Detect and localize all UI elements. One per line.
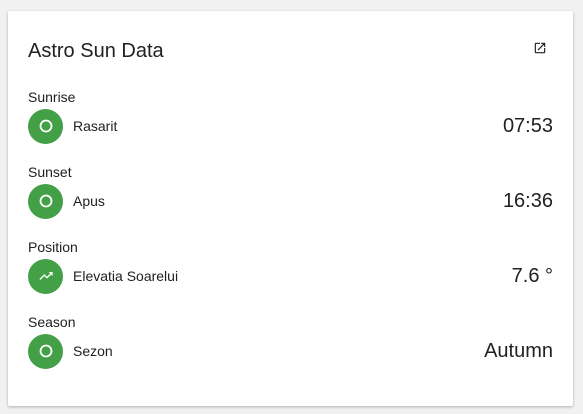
section-label-sunrise: Sunrise — [28, 89, 76, 105]
open-in-new-icon[interactable] — [533, 41, 549, 57]
entity-row-season[interactable]: Sezon Autumn — [28, 332, 553, 370]
section-sunrise: Sunrise Rasarit 07:53 — [28, 89, 553, 149]
section-label-season: Season — [28, 314, 76, 330]
section-sunset: Sunset Apus 16:36 — [28, 164, 553, 224]
entity-value-sunset: 16:36 — [502, 189, 553, 212]
entity-row-sunrise[interactable]: Rasarit 07:53 — [28, 107, 553, 145]
entity-row-sunset[interactable]: Apus 16:36 — [28, 182, 553, 220]
circle-outline-icon — [28, 108, 63, 144]
section-label-position: Position — [28, 239, 78, 255]
entity-value-position: 7.6 ° — [511, 264, 553, 287]
entity-name-sunset: Apus — [73, 193, 105, 209]
entity-name-season: Sezon — [73, 343, 113, 359]
entity-row-position[interactable]: Elevatia Soarelui 7.6 ° — [28, 257, 553, 295]
section-label-sunset: Sunset — [28, 164, 72, 180]
card-header: Astro Sun Data — [28, 38, 553, 66]
entity-name-sunrise: Rasarit — [73, 118, 118, 134]
entity-value-sunrise: 07:53 — [502, 114, 553, 137]
circle-outline-icon — [28, 333, 63, 369]
entity-name-position: Elevatia Soarelui — [73, 268, 179, 284]
astro-sun-card: Astro Sun Data Sunrise Rasarit 07:53 Sun… — [8, 11, 573, 406]
circle-outline-icon — [28, 183, 63, 219]
trending-up-icon — [28, 258, 63, 294]
section-position: Position Elevatia Soarelui 7.6 ° — [28, 239, 553, 299]
entity-value-season: Autumn — [484, 339, 553, 362]
section-season: Season Sezon Autumn — [28, 314, 553, 374]
card-title: Astro Sun Data — [28, 40, 164, 62]
